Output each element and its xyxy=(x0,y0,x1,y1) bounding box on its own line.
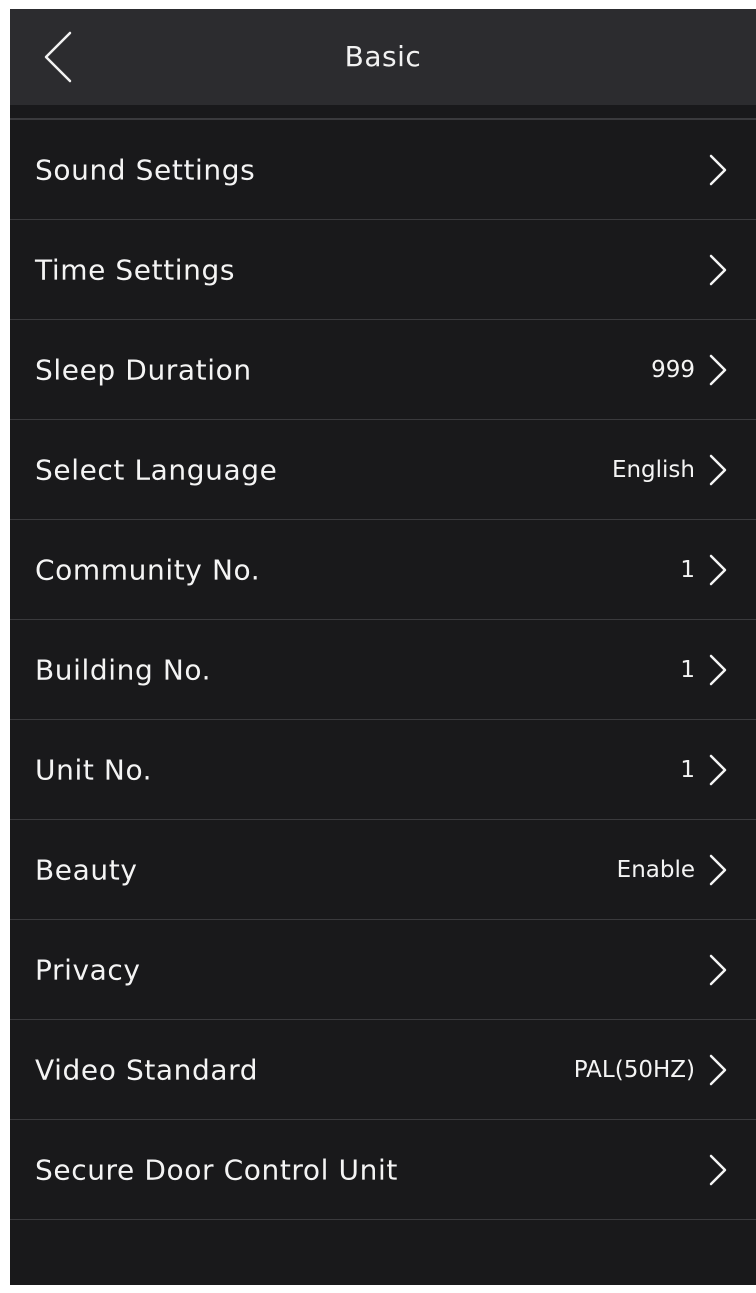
settings-list: Sound Settings Time Settings Sleep Durat… xyxy=(10,120,756,1220)
settings-row-sleep-duration[interactable]: Sleep Duration 999 xyxy=(10,320,756,420)
chevron-right-icon xyxy=(707,352,729,388)
settings-row-community-no[interactable]: Community No. 1 xyxy=(10,520,756,620)
chevron-right-icon xyxy=(707,152,729,188)
row-value: English xyxy=(611,456,695,483)
row-label: Beauty xyxy=(35,853,138,886)
settings-row-video-standard[interactable]: Video Standard PAL(50HZ) xyxy=(10,1020,756,1120)
settings-screen: Basic Sound Settings Time Settings Sleep… xyxy=(10,9,756,1285)
settings-row-privacy[interactable]: Privacy xyxy=(10,920,756,1020)
settings-row-unit-no[interactable]: Unit No. 1 xyxy=(10,720,756,820)
chevron-right-icon xyxy=(707,752,729,788)
row-label: Sleep Duration xyxy=(35,353,252,386)
row-label: Unit No. xyxy=(35,753,153,786)
chevron-right-icon xyxy=(707,1052,729,1088)
settings-row-beauty[interactable]: Beauty Enable xyxy=(10,820,756,920)
row-value: 1 xyxy=(680,656,695,683)
chevron-right-icon xyxy=(707,652,729,688)
row-value: PAL(50HZ) xyxy=(573,1056,695,1083)
header-bar: Basic xyxy=(10,9,756,105)
row-label: Select Language xyxy=(35,453,278,486)
page-title: Basic xyxy=(344,40,422,73)
chevron-right-icon xyxy=(707,452,729,488)
chevron-right-icon xyxy=(707,552,729,588)
chevron-right-icon xyxy=(707,952,729,988)
row-label: Community No. xyxy=(35,553,261,586)
settings-row-sound-settings[interactable]: Sound Settings xyxy=(10,120,756,220)
row-label: Building No. xyxy=(35,653,212,686)
row-value: Enable xyxy=(616,856,695,883)
row-value: 1 xyxy=(680,756,695,783)
settings-row-select-language[interactable]: Select Language English xyxy=(10,420,756,520)
settings-row-building-no[interactable]: Building No. 1 xyxy=(10,620,756,720)
row-label: Sound Settings xyxy=(35,153,256,186)
row-value: 1 xyxy=(680,556,695,583)
settings-row-time-settings[interactable]: Time Settings xyxy=(10,220,756,320)
row-value: 999 xyxy=(651,356,695,383)
settings-row-secure-door-control-unit[interactable]: Secure Door Control Unit xyxy=(10,1120,756,1220)
row-label: Secure Door Control Unit xyxy=(35,1153,398,1186)
row-label: Privacy xyxy=(35,953,141,986)
chevron-right-icon xyxy=(707,1152,729,1188)
row-label: Video Standard xyxy=(35,1053,259,1086)
chevron-right-icon xyxy=(707,252,729,288)
chevron-right-icon xyxy=(707,852,729,888)
row-label: Time Settings xyxy=(35,253,236,286)
